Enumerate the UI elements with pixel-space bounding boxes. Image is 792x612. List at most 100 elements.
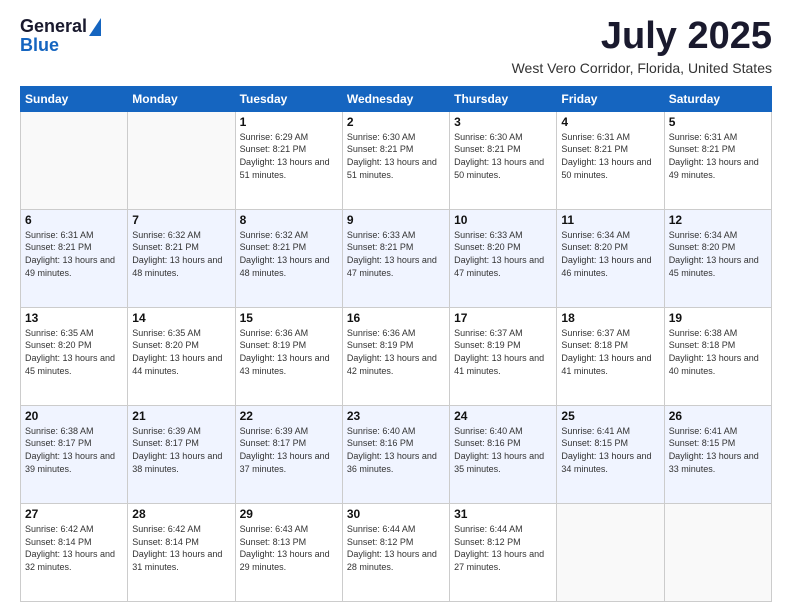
day-info: Sunrise: 6:35 AMSunset: 8:20 PMDaylight:… bbox=[132, 327, 230, 377]
title-area: July 2025 West Vero Corridor, Florida, U… bbox=[512, 16, 772, 76]
day-number: 27 bbox=[25, 507, 123, 521]
day-info: Sunrise: 6:41 AMSunset: 8:15 PMDaylight:… bbox=[669, 425, 767, 475]
day-info: Sunrise: 6:42 AMSunset: 8:14 PMDaylight:… bbox=[132, 523, 230, 573]
day-number: 28 bbox=[132, 507, 230, 521]
month-title: July 2025 bbox=[512, 16, 772, 58]
table-cell: 1 Sunrise: 6:29 AMSunset: 8:21 PMDaylight… bbox=[235, 111, 342, 209]
day-info: Sunrise: 6:29 AMSunset: 8:21 PMDaylight:… bbox=[240, 131, 338, 181]
calendar-week-row: 6 Sunrise: 6:31 AMSunset: 8:21 PMDaylight… bbox=[21, 209, 772, 307]
day-number: 25 bbox=[561, 409, 659, 423]
table-cell: 22 Sunrise: 6:39 AMSunset: 8:17 PMDayligh… bbox=[235, 405, 342, 503]
col-thursday: Thursday bbox=[450, 86, 557, 111]
col-friday: Friday bbox=[557, 86, 664, 111]
header: General Blue July 2025 West Vero Corrido… bbox=[20, 16, 772, 76]
table-cell: 5Sunrise: 6:31 AMSunset: 8:21 PMDaylight… bbox=[664, 111, 771, 209]
table-cell: 27 Sunrise: 6:42 AMSunset: 8:14 PMDayligh… bbox=[21, 503, 128, 601]
table-cell: 12Sunrise: 6:34 AMSunset: 8:20 PMDayligh… bbox=[664, 209, 771, 307]
table-cell: 17Sunrise: 6:37 AMSunset: 8:19 PMDayligh… bbox=[450, 307, 557, 405]
table-cell: 24Sunrise: 6:40 AMSunset: 8:16 PMDayligh… bbox=[450, 405, 557, 503]
table-cell: 8 Sunrise: 6:32 AMSunset: 8:21 PMDaylight… bbox=[235, 209, 342, 307]
table-cell: 23 Sunrise: 6:40 AMSunset: 8:16 PMDayligh… bbox=[342, 405, 449, 503]
table-cell: 20Sunrise: 6:38 AMSunset: 8:17 PMDayligh… bbox=[21, 405, 128, 503]
table-cell: 30 Sunrise: 6:44 AMSunset: 8:12 PMDayligh… bbox=[342, 503, 449, 601]
logo-line1: General bbox=[20, 16, 101, 37]
day-number: 6 bbox=[25, 213, 123, 227]
table-cell: 11 Sunrise: 6:34 AMSunset: 8:20 PMDayligh… bbox=[557, 209, 664, 307]
table-cell: 14 Sunrise: 6:35 AMSunset: 8:20 PMDayligh… bbox=[128, 307, 235, 405]
table-cell bbox=[21, 111, 128, 209]
table-cell: 10Sunrise: 6:33 AMSunset: 8:20 PMDayligh… bbox=[450, 209, 557, 307]
day-number: 19 bbox=[669, 311, 767, 325]
col-wednesday: Wednesday bbox=[342, 86, 449, 111]
table-cell: 4 Sunrise: 6:31 AMSunset: 8:21 PMDaylight… bbox=[557, 111, 664, 209]
calendar-week-row: 20Sunrise: 6:38 AMSunset: 8:17 PMDayligh… bbox=[21, 405, 772, 503]
day-number: 26 bbox=[669, 409, 767, 423]
day-info: Sunrise: 6:39 AMSunset: 8:17 PMDaylight:… bbox=[240, 425, 338, 475]
table-cell: 9Sunrise: 6:33 AMSunset: 8:21 PMDaylight… bbox=[342, 209, 449, 307]
calendar-week-row: 13 Sunrise: 6:35 AMSunset: 8:20 PMDayligh… bbox=[21, 307, 772, 405]
table-cell: 15 Sunrise: 6:36 AMSunset: 8:19 PMDayligh… bbox=[235, 307, 342, 405]
day-info: Sunrise: 6:33 AMSunset: 8:21 PMDaylight:… bbox=[347, 229, 445, 279]
day-info: Sunrise: 6:41 AMSunset: 8:15 PMDaylight:… bbox=[561, 425, 659, 475]
table-cell bbox=[664, 503, 771, 601]
day-info: Sunrise: 6:38 AMSunset: 8:18 PMDaylight:… bbox=[669, 327, 767, 377]
table-cell: 3 Sunrise: 6:30 AMSunset: 8:21 PMDaylight… bbox=[450, 111, 557, 209]
day-number: 24 bbox=[454, 409, 552, 423]
col-saturday: Saturday bbox=[664, 86, 771, 111]
day-number: 13 bbox=[25, 311, 123, 325]
col-sunday: Sunday bbox=[21, 86, 128, 111]
table-cell: 21Sunrise: 6:39 AMSunset: 8:17 PMDayligh… bbox=[128, 405, 235, 503]
logo: General Blue bbox=[20, 16, 101, 56]
day-info: Sunrise: 6:42 AMSunset: 8:14 PMDaylight:… bbox=[25, 523, 123, 573]
table-cell: 7Sunrise: 6:32 AMSunset: 8:21 PMDaylight… bbox=[128, 209, 235, 307]
day-number: 30 bbox=[347, 507, 445, 521]
col-tuesday: Tuesday bbox=[235, 86, 342, 111]
day-info: Sunrise: 6:31 AMSunset: 8:21 PMDaylight:… bbox=[561, 131, 659, 181]
day-number: 15 bbox=[240, 311, 338, 325]
calendar-table: Sunday Monday Tuesday Wednesday Thursday… bbox=[20, 86, 772, 602]
day-number: 31 bbox=[454, 507, 552, 521]
day-number: 16 bbox=[347, 311, 445, 325]
day-info: Sunrise: 6:30 AMSunset: 8:21 PMDaylight:… bbox=[454, 131, 552, 181]
table-cell: 13Sunrise: 6:35 AMSunset: 8:20 PMDayligh… bbox=[21, 307, 128, 405]
day-number: 12 bbox=[669, 213, 767, 227]
table-cell: 26 Sunrise: 6:41 AMSunset: 8:15 PMDayligh… bbox=[664, 405, 771, 503]
table-cell: 6 Sunrise: 6:31 AMSunset: 8:21 PMDaylight… bbox=[21, 209, 128, 307]
day-info: Sunrise: 6:36 AMSunset: 8:19 PMDaylight:… bbox=[240, 327, 338, 377]
logo-triangle-icon bbox=[89, 18, 101, 36]
table-cell bbox=[557, 503, 664, 601]
day-number: 18 bbox=[561, 311, 659, 325]
logo-line2: Blue bbox=[20, 35, 59, 56]
table-cell: 18Sunrise: 6:37 AMSunset: 8:18 PMDayligh… bbox=[557, 307, 664, 405]
day-number: 4 bbox=[561, 115, 659, 129]
location-subtitle: West Vero Corridor, Florida, United Stat… bbox=[512, 60, 772, 76]
day-number: 2 bbox=[347, 115, 445, 129]
day-number: 29 bbox=[240, 507, 338, 521]
day-number: 3 bbox=[454, 115, 552, 129]
table-cell: 2 Sunrise: 6:30 AMSunset: 8:21 PMDaylight… bbox=[342, 111, 449, 209]
day-info: Sunrise: 6:44 AMSunset: 8:12 PMDaylight:… bbox=[347, 523, 445, 573]
day-number: 5 bbox=[669, 115, 767, 129]
day-info: Sunrise: 6:30 AMSunset: 8:21 PMDaylight:… bbox=[347, 131, 445, 181]
day-number: 17 bbox=[454, 311, 552, 325]
day-info: Sunrise: 6:34 AMSunset: 8:20 PMDaylight:… bbox=[561, 229, 659, 279]
day-number: 22 bbox=[240, 409, 338, 423]
day-number: 20 bbox=[25, 409, 123, 423]
table-cell: 29Sunrise: 6:43 AMSunset: 8:13 PMDayligh… bbox=[235, 503, 342, 601]
day-number: 8 bbox=[240, 213, 338, 227]
day-info: Sunrise: 6:36 AMSunset: 8:19 PMDaylight:… bbox=[347, 327, 445, 377]
calendar-week-row: 27 Sunrise: 6:42 AMSunset: 8:14 PMDayligh… bbox=[21, 503, 772, 601]
day-number: 11 bbox=[561, 213, 659, 227]
calendar-header-row: Sunday Monday Tuesday Wednesday Thursday… bbox=[21, 86, 772, 111]
day-number: 1 bbox=[240, 115, 338, 129]
day-info: Sunrise: 6:40 AMSunset: 8:16 PMDaylight:… bbox=[347, 425, 445, 475]
day-number: 14 bbox=[132, 311, 230, 325]
table-cell: 25 Sunrise: 6:41 AMSunset: 8:15 PMDayligh… bbox=[557, 405, 664, 503]
table-cell: 28 Sunrise: 6:42 AMSunset: 8:14 PMDayligh… bbox=[128, 503, 235, 601]
table-cell: 31Sunrise: 6:44 AMSunset: 8:12 PMDayligh… bbox=[450, 503, 557, 601]
day-number: 23 bbox=[347, 409, 445, 423]
day-info: Sunrise: 6:31 AMSunset: 8:21 PMDaylight:… bbox=[25, 229, 123, 279]
day-number: 7 bbox=[132, 213, 230, 227]
day-info: Sunrise: 6:32 AMSunset: 8:21 PMDaylight:… bbox=[240, 229, 338, 279]
day-number: 10 bbox=[454, 213, 552, 227]
